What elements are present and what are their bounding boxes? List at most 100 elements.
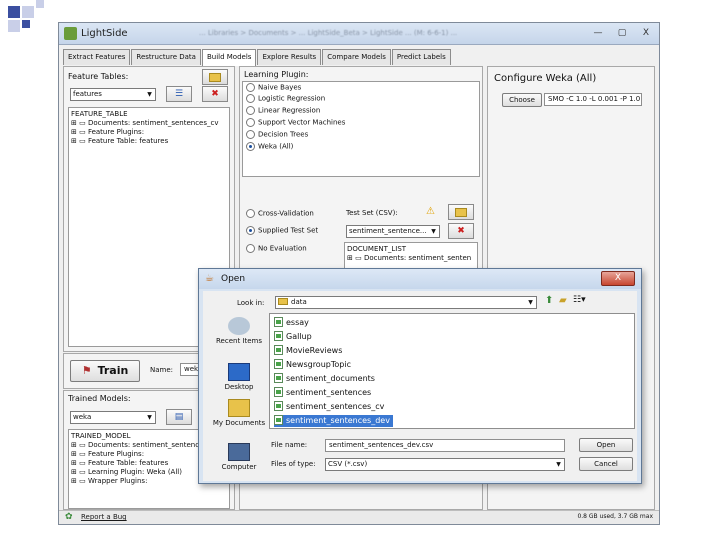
tab-bar: Extract Features Restructure Data Build … [63, 49, 452, 66]
classifier-input[interactable]: SMO -C 1.0 -L 0.001 -P 1.0 [544, 93, 642, 106]
file-icon [274, 331, 283, 341]
place-computer[interactable]: Computer [209, 443, 269, 471]
file-item-sentiment-sentences-cv[interactable]: sentiment_sentences_cv [274, 401, 387, 413]
name-label: Name: [150, 366, 174, 374]
choose-button[interactable]: Choose [502, 93, 542, 107]
radio-decision-trees[interactable]: Decision Trees [246, 130, 308, 139]
delete-feature-table-button[interactable]: ✖ [202, 86, 228, 102]
window-controls: — ▢ X [589, 26, 655, 40]
tab-predict-labels[interactable]: Predict Labels [391, 49, 451, 65]
radio-logistic-regression[interactable]: Logistic Regression [246, 94, 325, 103]
chevron-down-icon: ▼ [431, 228, 436, 235]
file-item-sentiment-sentences[interactable]: sentiment_sentences [274, 387, 374, 399]
file-icon [274, 415, 283, 425]
save-model-button[interactable]: ▤ [166, 409, 192, 425]
file-icon [274, 359, 283, 369]
radio-supplied-test-set[interactable]: Supplied Test Set [246, 226, 318, 235]
look-in-label: Look in: [237, 299, 265, 307]
view-menu-icon[interactable]: ☷▾ [573, 295, 586, 305]
delete-icon: ✖ [457, 226, 465, 236]
tab-restructure-data[interactable]: Restructure Data [131, 49, 201, 65]
place-my-documents[interactable]: My Documents [209, 399, 269, 427]
open-test-set-button[interactable] [448, 204, 474, 220]
file-icon [274, 345, 283, 355]
desktop-icon [228, 363, 250, 381]
tree-item[interactable]: ⊞ ▭ Documents: sentiment_senten [347, 254, 475, 263]
deco-square [8, 20, 20, 32]
maximize-button[interactable]: ▢ [613, 26, 631, 40]
radio-no-evaluation[interactable]: No Evaluation [246, 244, 307, 253]
tree-item[interactable]: ⊞ ▭ Feature Plugins: [71, 128, 227, 137]
dialog-close-button[interactable]: X [601, 271, 635, 286]
place-recent-items[interactable]: Recent Items [209, 317, 269, 345]
tab-build-models[interactable]: Build Models [201, 49, 257, 66]
delete-test-set-button[interactable]: ✖ [448, 223, 474, 239]
tab-explore-results[interactable]: Explore Results [257, 49, 322, 65]
file-item-sentiment-documents[interactable]: sentiment_documents [274, 373, 378, 385]
files-of-type-select[interactable]: CSV (*.csv) ▼ [325, 458, 565, 471]
warning-icon: ⚠ [426, 206, 435, 217]
bug-icon: ✿ [65, 512, 73, 522]
file-list: essay Gallup MovieReviews NewsgroupTopic… [269, 313, 635, 429]
memory-status: 0.8 GB used, 3.7 GB max [577, 513, 653, 520]
radio-cross-validation[interactable]: Cross-Validation [246, 209, 314, 218]
deco-square [8, 6, 20, 18]
file-item-newsgrouptopic[interactable]: NewsgroupTopic [274, 359, 354, 371]
learning-plugin-label: Learning Plugin: [244, 70, 309, 79]
chevron-down-icon: ▼ [147, 414, 152, 421]
delete-icon: ✖ [211, 89, 219, 99]
file-name-input[interactable]: sentiment_sentences_dev.csv [325, 439, 565, 452]
save-icon: ▤ [174, 412, 184, 422]
train-button[interactable]: ⚑ Train [70, 360, 140, 382]
trained-models-label: Trained Models: [68, 394, 131, 403]
radio-svm[interactable]: Support Vector Machines [246, 118, 345, 127]
documents-folder-icon [228, 399, 250, 417]
dialog-title-bar: ☕ Open X [199, 269, 641, 289]
window-title: LightSide [81, 28, 128, 39]
deco-square [36, 0, 44, 8]
file-name-label: File name: [271, 441, 308, 449]
table-view-button[interactable]: ☰ [166, 86, 192, 102]
tree-item[interactable]: ⊞ ▭ Feature Table: features [71, 137, 227, 146]
radio-weka-all[interactable]: Weka (All) [246, 142, 293, 151]
file-item-sentiment-sentences-dev[interactable]: sentiment_sentences_dev [274, 415, 393, 427]
chevron-down-icon: ▼ [147, 91, 152, 98]
folder-icon [278, 298, 288, 305]
tree-item[interactable]: ⊞ ▭ Documents: sentiment_sentences_cv [71, 119, 227, 128]
test-set-select[interactable]: sentiment_sentence... ▼ [346, 225, 440, 238]
cancel-button[interactable]: Cancel [579, 457, 633, 471]
trained-model-select[interactable]: weka ▼ [70, 411, 156, 424]
file-icon [274, 317, 283, 327]
tab-extract-features[interactable]: Extract Features [63, 49, 131, 65]
up-folder-icon[interactable]: ⬆ [545, 295, 553, 306]
radio-circle [246, 94, 255, 103]
tab-compare-models[interactable]: Compare Models [322, 49, 391, 65]
configure-title: Configure Weka (All) [494, 73, 597, 84]
radio-naive-bayes[interactable]: Naive Bayes [246, 83, 301, 92]
chevron-down-icon: ▼ [528, 299, 533, 306]
file-icon [274, 387, 283, 397]
radio-linear-regression[interactable]: Linear Regression [246, 106, 320, 115]
open-dialog: ☕ Open X Look in: data ▼ ⬆ ▰ ☷▾ Recent I… [198, 268, 642, 484]
report-bug-link[interactable]: Report a Bug [81, 513, 127, 521]
open-feature-table-button[interactable] [202, 69, 228, 85]
close-button[interactable]: X [637, 26, 655, 40]
window-path: ... Libraries > Documents > ... LightSid… [199, 29, 458, 37]
file-item-essay[interactable]: essay [274, 317, 312, 329]
radio-circle [246, 209, 255, 218]
java-icon: ☕ [205, 273, 214, 284]
minimize-button[interactable]: — [589, 26, 607, 40]
status-bar: ✿ Report a Bug 0.8 GB used, 3.7 GB max [59, 510, 659, 524]
file-item-moviereviews[interactable]: MovieReviews [274, 345, 345, 357]
train-icon: ⚑ [81, 364, 92, 377]
feature-table-select[interactable]: features ▼ [70, 88, 156, 101]
radio-circle-selected [246, 226, 255, 235]
radio-circle [246, 118, 255, 127]
radio-circle [246, 130, 255, 139]
look-in-select[interactable]: data ▼ [275, 296, 537, 309]
deco-square [22, 20, 30, 28]
file-item-gallup[interactable]: Gallup [274, 331, 315, 343]
place-desktop[interactable]: Desktop [209, 363, 269, 391]
open-button[interactable]: Open [579, 438, 633, 452]
new-folder-icon[interactable]: ▰ [559, 295, 567, 306]
